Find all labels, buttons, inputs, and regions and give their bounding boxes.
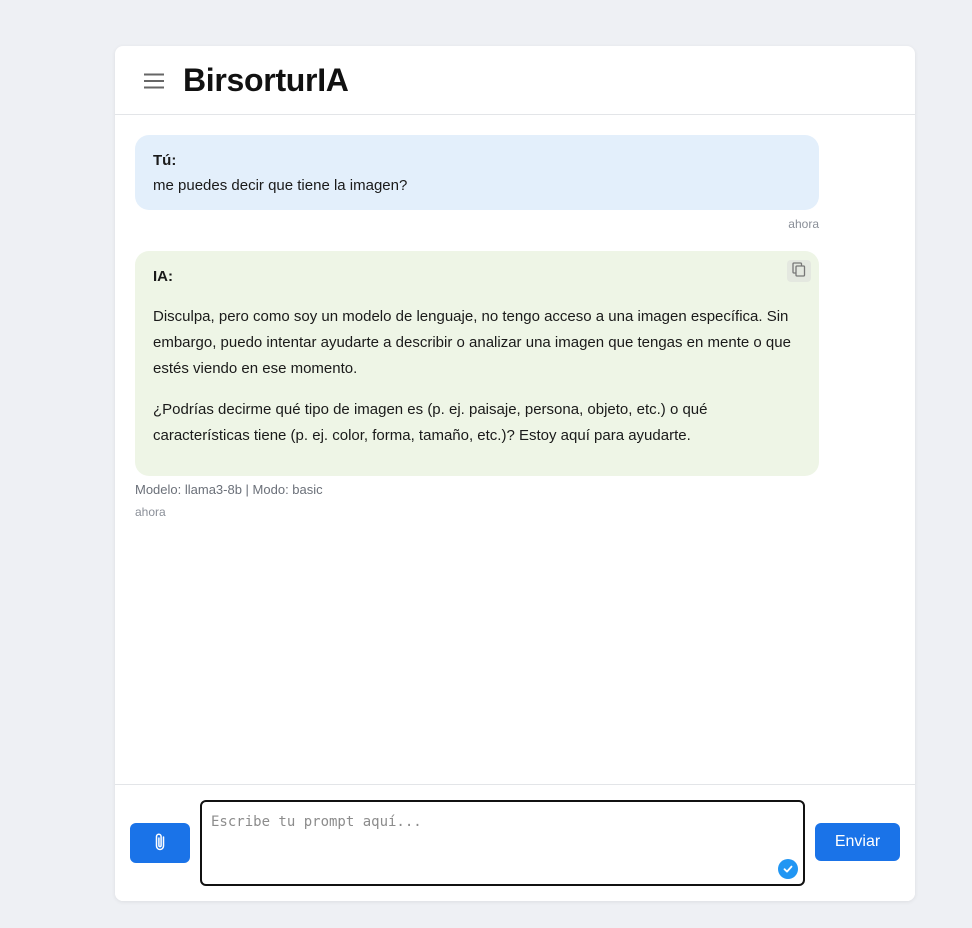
message-text: me puedes decir que tiene la imagen? (153, 177, 408, 194)
message-paragraph: Disculpa, pero como soy un modelo de len… (153, 308, 791, 377)
hamburger-icon[interactable] (142, 69, 166, 93)
user-message: Tú: me puedes decir que tiene la imagen? (135, 135, 819, 210)
message-sender: Tú: (153, 152, 177, 169)
app-header: BirsorturIA (115, 46, 915, 115)
app-title: BirsorturIA (183, 62, 349, 98)
message-timestamp: ahora (788, 217, 819, 231)
chat-app: BirsorturIA Tú: me puedes decir que tien… (115, 46, 915, 901)
message-timestamp: ahora (135, 505, 166, 519)
attach-button[interactable] (130, 823, 190, 863)
ai-message: IA: Disculpa, pero como soy un modelo de… (135, 251, 819, 476)
model-info: Modelo: llama3-8b | Modo: basic (135, 482, 323, 497)
copy-button[interactable] (787, 260, 811, 282)
composer: Enviar (115, 784, 915, 901)
paperclip-icon (153, 832, 167, 855)
check-circle-icon (778, 859, 798, 879)
message-paragraph: ¿Podrías decirme qué tipo de imagen es (… (153, 401, 708, 444)
message-sender: IA: (153, 268, 173, 285)
copy-icon (792, 262, 806, 280)
prompt-field (200, 800, 805, 886)
send-button[interactable]: Enviar (815, 823, 900, 861)
message-list: Tú: me puedes decir que tiene la imagen?… (115, 116, 915, 784)
prompt-input[interactable] (202, 802, 803, 884)
